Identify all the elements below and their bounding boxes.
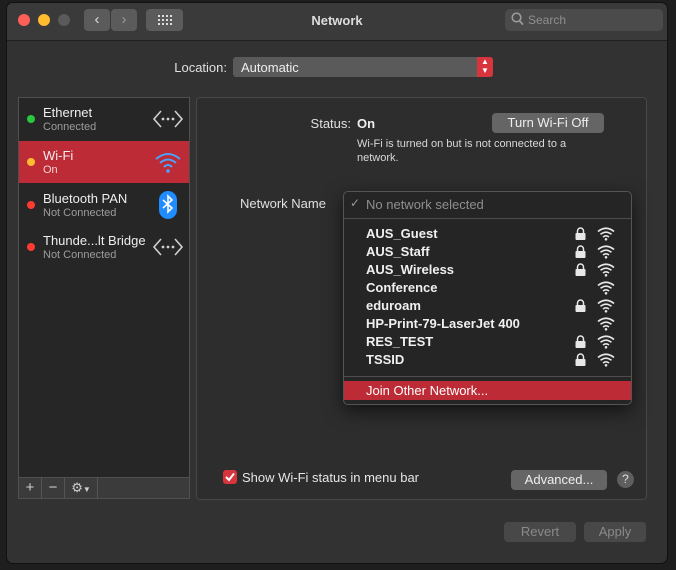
service-name: Bluetooth PAN [43,191,128,206]
network-name: HP-Print-79-LaserJet 400 [366,316,520,331]
status-dot [27,243,35,251]
network-name: eduroam [366,298,421,313]
status-dot [27,201,35,209]
network-item[interactable]: HP-Print-79-LaserJet 400 [344,315,631,333]
revert-button[interactable]: Revert [504,522,576,542]
remove-service-button[interactable]: − [42,478,65,498]
service-list-toolbar: + − ⚙▼ [18,478,190,499]
network-item[interactable]: RES_TEST [344,333,631,351]
search-placeholder: Search [528,13,567,27]
wifi-signal-icon [597,245,615,259]
gear-menu-button[interactable]: ⚙▼ [65,478,98,498]
service-status: Connected [43,121,97,133]
network-name: AUS_Wireless [366,262,455,277]
network-item[interactable]: AUS_Staff [344,243,631,261]
service-item-bluetooth-pan[interactable]: Bluetooth PAN Not Connected [19,184,189,226]
bluetooth-icon [159,191,177,219]
status-value: On [357,116,376,131]
show-wifi-status-checkbox[interactable] [223,470,237,484]
service-name: Ethernet [43,105,93,120]
network-name: Conference [366,280,438,295]
lock-icon [575,335,586,348]
search-field[interactable]: Search [505,9,663,31]
wifi-signal-icon [597,281,615,295]
service-item-ethernet[interactable]: Ethernet Connected [19,98,189,140]
menu-item-label: Join Other Network... [366,383,489,398]
status-description: Wi-Fi is turned on but is not connected … [357,138,567,164]
search-icon [511,12,524,26]
title-bar: ‹ › Network Search [7,3,667,41]
menu-separator [344,376,631,377]
menu-item-no-network[interactable]: ✓ No network selected [344,196,631,214]
network-name: AUS_Staff [366,244,430,259]
service-status: Not Connected [43,249,117,261]
network-item[interactable]: Conference [344,279,631,297]
network-item[interactable]: AUS_Wireless [344,261,631,279]
status-dot [27,115,35,123]
status-dot [27,158,35,166]
help-button[interactable]: ? [617,471,634,488]
location-value: Automatic [241,60,299,75]
show-wifi-status-label: Show Wi-Fi status in menu bar [242,470,420,485]
lock-icon [575,353,586,366]
service-status: On [43,164,58,176]
lock-icon [575,245,586,258]
network-name: TSSID [366,352,405,367]
checkmark-icon [225,472,235,482]
checkmark-icon: ✓ [350,196,361,210]
menu-separator [344,218,631,219]
network-item[interactable]: AUS_Guest [344,225,631,243]
location-popup[interactable]: Automatic ▲ ▼ [233,57,493,77]
join-other-network-item[interactable]: Join Other Network... [344,381,631,400]
service-item-wifi[interactable]: Wi-Fi On [19,141,189,183]
thunderbolt-bridge-icon [153,238,183,256]
chevron-down-icon: ▼ [82,485,91,494]
apply-button[interactable]: Apply [584,522,646,542]
service-list: Ethernet Connected Wi-Fi On Bluetooth PA… [18,97,190,478]
advanced-button[interactable]: Advanced... [511,470,607,490]
lock-icon [575,227,586,240]
wifi-signal-icon [597,227,615,241]
lock-icon [575,299,586,312]
wifi-signal-icon [597,317,615,331]
menu-item-label: No network selected [366,197,484,212]
wifi-signal-icon [597,263,615,277]
popup-arrows-icon: ▲ ▼ [477,57,493,77]
status-label: Status: [310,116,351,131]
network-name: AUS_Guest [366,226,438,241]
ethernet-icon [153,110,183,128]
network-name-menu: ✓ No network selected AUS_Guest AUS_Staff… [343,191,632,405]
location-label: Location: [174,60,227,75]
add-service-button[interactable]: + [19,478,42,498]
network-item[interactable]: TSSID [344,351,631,369]
network-name-label: Network Name [240,196,326,211]
wifi-signal-icon [597,335,615,349]
service-name: Wi-Fi [43,148,74,163]
wifi-signal-icon [597,299,615,313]
wifi-icon [155,153,181,173]
network-item[interactable]: eduroam [344,297,631,315]
network-name: RES_TEST [366,334,434,349]
lock-icon [575,263,586,276]
service-item-thunderbolt-bridge[interactable]: Thunde...lt Bridge Not Connected [19,226,189,268]
turn-wifi-off-button[interactable]: Turn Wi-Fi Off [492,113,604,133]
service-name: Thunde...lt Bridge [43,233,146,248]
gear-icon: ⚙ [71,480,83,495]
service-status: Not Connected [43,207,117,219]
wifi-signal-icon [597,353,615,367]
